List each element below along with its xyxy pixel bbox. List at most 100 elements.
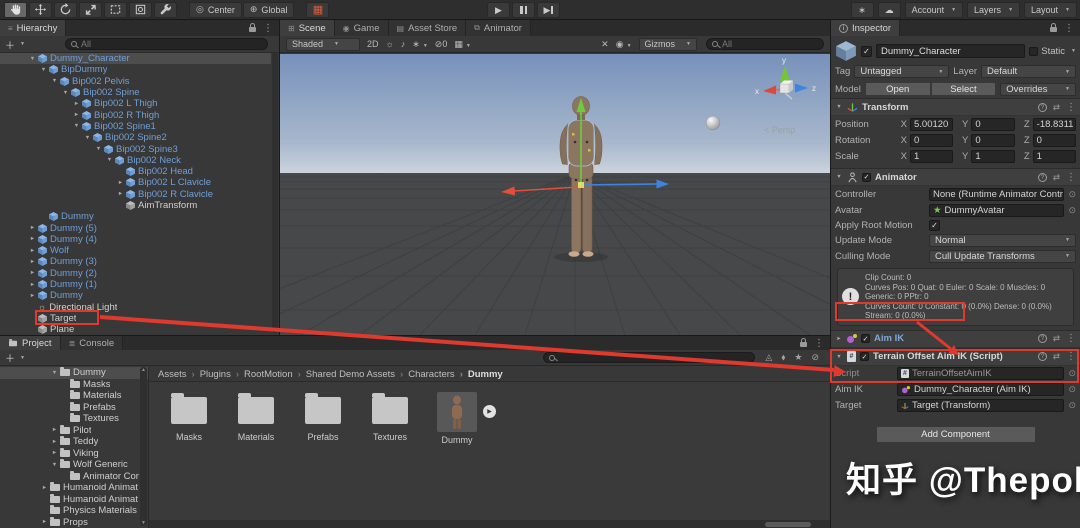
hierarchy-row[interactable]: ☼ Dummy_Character [0,53,271,65]
kebab-menu-icon[interactable]: ⋮ [263,23,273,34]
expand-asset-icon[interactable]: ▶ [483,405,496,418]
kebab-menu-icon[interactable]: ⋮ [1066,172,1076,183]
lock-icon[interactable] [249,23,256,32]
asset-tile[interactable]: ▶ Prefabs [296,392,350,442]
foldout-arrow-icon[interactable]: ▼ [835,354,843,360]
expand-arrow-icon[interactable] [28,270,37,276]
grid-visibility-dropdown[interactable]: ▦ ▼ [454,39,470,50]
help-icon[interactable]: ? [1037,102,1047,112]
avatar-object-field[interactable]: ★ DummyAvatar [929,203,1065,217]
add-component-button[interactable]: Add Component [875,425,1036,443]
hierarchy-row[interactable]: ☼ Dummy (4) [0,234,271,245]
step-button[interactable]: ▶ [537,2,560,18]
tab-game[interactable]: ◉ Game [334,20,389,36]
create-asset-button[interactable]: ＋ ▼ [5,350,25,365]
hierarchy-row[interactable]: ☼ Bip002 L Thigh [0,98,271,109]
transform-header[interactable]: ▼ Transform ? ⇄ ⋮ [831,99,1080,116]
breadcrumb-item[interactable]: Assets [158,369,187,380]
transform-tool[interactable] [129,1,152,18]
expand-arrow-icon[interactable] [116,180,125,186]
expand-arrow-icon[interactable] [40,485,49,491]
expand-arrow-icon[interactable] [50,427,59,433]
breadcrumb-item[interactable]: Plugins [187,369,231,380]
kebab-menu-icon[interactable]: ⋮ [1066,102,1076,113]
help-icon[interactable]: ? [1037,172,1047,182]
hierarchy-row[interactable]: ☼ Bip002 Spine3 [0,143,271,155]
enabled-checkbox[interactable]: ✓ [860,352,869,361]
project-tree-row[interactable]: Prefabs [0,401,148,414]
static-checkbox[interactable] [1029,46,1039,56]
perspective-label[interactable]: < Persp [764,125,795,135]
hierarchy-row[interactable]: ☼ Bip002 Head [0,166,271,177]
z-value-field[interactable]: 1 [1032,149,1076,163]
expand-arrow-icon[interactable] [50,439,59,445]
kebab-menu-icon[interactable]: ⋮ [1066,351,1076,362]
y-value-field[interactable]: 0 [971,117,1015,131]
x-value-field[interactable]: 0 [910,133,954,147]
gizmos-dropdown[interactable]: Gizmos ▼ [638,37,697,51]
expand-arrow-icon[interactable] [72,101,81,107]
project-search-input[interactable] [543,352,756,363]
camera-dropdown[interactable]: ◉ ▼ [616,39,632,50]
expand-arrow-icon[interactable] [83,135,92,141]
hierarchy-row[interactable]: ☼ Wolf [0,245,271,256]
scene-viewport[interactable]: y x z < Persp [280,54,830,335]
favorites-icon[interactable]: ★ [794,352,802,363]
hierarchy-row[interactable]: ☼ Dummy (2) [0,268,271,279]
tab-hierarchy[interactable]: ≡ Hierarchy [0,20,67,36]
expand-arrow-icon[interactable] [105,157,114,163]
project-tree-row[interactable]: Animator Cor [0,470,148,483]
active-checkbox[interactable]: ✓ [861,45,872,57]
expand-arrow-icon[interactable] [28,236,37,242]
breadcrumb-item[interactable]: Shared Demo Assets [293,369,395,380]
scene-search-input[interactable]: All [706,38,824,50]
hierarchy-row[interactable]: ☼ AimTransform [0,200,271,211]
animator-header[interactable]: ▼ ✓ Animator ? ⇄ ⋮ [831,169,1080,186]
tab-animator[interactable]: ⧉ Animator [466,20,531,36]
layout-dropdown[interactable]: Layout ▼ [1024,2,1077,18]
overrides-dropdown[interactable]: Overrides ▼ [1000,82,1076,96]
kebab-menu-icon[interactable]: ⋮ [1064,23,1074,34]
expand-arrow-icon[interactable] [72,123,81,129]
project-tree-row[interactable]: Dummy [0,367,148,379]
project-tree-row[interactable]: Teddy [0,436,148,448]
object-picker-icon[interactable]: ⊙ [1068,384,1076,395]
static-toggle[interactable]: Static ▼ [1029,46,1076,57]
account-dropdown[interactable]: Account ▼ [904,2,964,18]
filter-by-label-icon[interactable]: ⬧ [781,352,785,363]
grid-snap-button[interactable]: ▦ [306,1,330,18]
hierarchy-row[interactable]: ☼ Dummy (3) [0,256,271,267]
tab-console[interactable]: ≣ Console [60,336,124,350]
controller-object-field[interactable]: None (Runtime Animator Controll [929,187,1065,201]
rotate-tool[interactable] [54,1,77,18]
project-tree-row[interactable]: Pilot [0,424,148,437]
effects-dropdown[interactable]: ∗ ▼ [412,39,428,50]
foldout-arrow-icon[interactable]: ▼ [835,174,843,180]
expand-arrow-icon[interactable] [94,146,103,152]
expand-arrow-icon[interactable] [72,112,81,118]
pivot-mode-button[interactable]: ◎ Center [189,1,242,18]
scroll-down-icon[interactable]: ▼ [140,520,147,526]
expand-arrow-icon[interactable] [40,519,49,525]
hierarchy-row[interactable]: ☼ Bip002 Spine2 [0,132,271,143]
expand-arrow-icon[interactable] [28,282,37,288]
tab-inspector[interactable]: i Inspector [831,20,901,36]
model-select-button[interactable]: Select [930,82,997,96]
hierarchy-row[interactable]: ☼ Target [0,313,271,324]
terrain-offset-header[interactable]: ▼ # ✓ Terrain Offset Aim IK (Script) ? ⇄ ⋮ [831,348,1080,366]
expand-arrow-icon[interactable] [28,225,37,231]
project-tree-row[interactable]: Textures [0,413,148,425]
scale-tool[interactable] [79,1,102,18]
lock-icon[interactable] [800,338,807,347]
expand-arrow-icon[interactable] [28,56,37,62]
asset-tile[interactable]: ▶ Textures [363,392,417,442]
expand-arrow-icon[interactable] [50,450,59,456]
hierarchy-row[interactable]: ☼ Bip002 R Thigh [0,109,271,121]
shading-mode-dropdown[interactable]: Shaded ▼ [286,37,360,51]
horizontal-scrollbar[interactable] [149,520,830,528]
hierarchy-row[interactable]: ☼ Bip002 Spine [0,87,271,98]
project-tree-row[interactable]: Props [0,516,148,528]
tab-scene[interactable]: ⊞ Scene [280,20,335,36]
x-value-field[interactable]: 1 [910,149,954,163]
object-picker-icon[interactable]: ⊙ [1068,189,1076,200]
